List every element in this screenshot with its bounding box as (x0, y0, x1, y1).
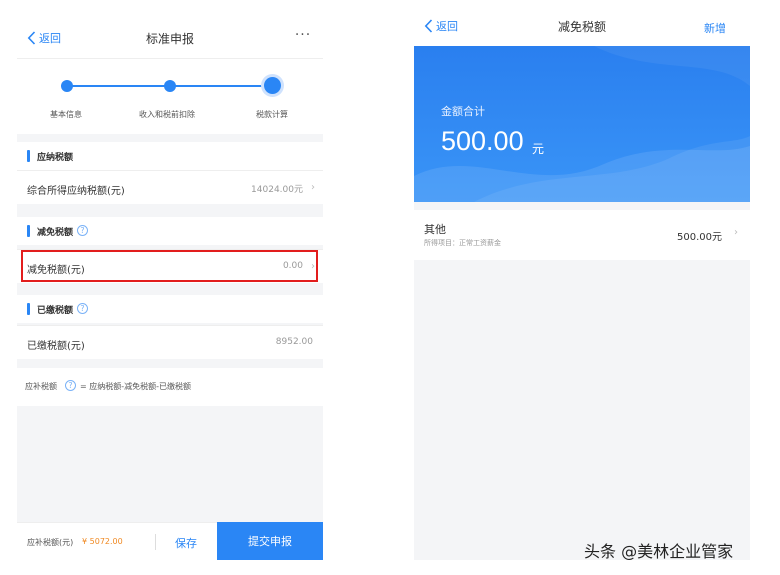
step-label-basic-info: 基本信息 (50, 110, 82, 119)
chevron-left-icon (424, 19, 433, 33)
step-dot-income (164, 80, 176, 92)
relief-item-subtitle: 所得项目：正常工资薪金 (424, 239, 501, 247)
page-title: 标准申报 (145, 32, 194, 46)
section-marker (27, 303, 30, 315)
more-icon[interactable]: ··· (293, 27, 313, 43)
relief-item-row[interactable]: 其他 所得项目：正常工资薪金 500.00元 › (414, 210, 750, 260)
step-label-income: 收入和税前扣除 (139, 110, 195, 119)
back-button[interactable]: 返回 (424, 18, 458, 34)
payable-tax-label: 综合所得应纳税额(元) (27, 186, 125, 197)
footer-bar: 应补税额(元) ¥ 5072.00 保存 提交申报 (17, 522, 323, 560)
nav-bar: 返回 标准申报 ··· (17, 18, 323, 58)
section-payable: 应纳税额 (17, 142, 323, 170)
section-title-paid: 已缴税额 (37, 306, 74, 316)
nav-bar: 返回 减免税额 新增 (414, 10, 750, 46)
step-dot-tax-calc (264, 77, 281, 94)
back-label: 返回 (39, 32, 61, 45)
section-marker (27, 225, 30, 237)
section-title-relief: 减免税额 (37, 228, 74, 238)
total-banner: 金额合计 500.00 元 (414, 46, 750, 202)
back-button[interactable]: 返回 (27, 30, 61, 46)
back-label: 返回 (436, 20, 458, 33)
payable-tax-row[interactable]: 综合所得应纳税额(元) 14024.00元 › (17, 170, 323, 204)
standard-declaration-screen: 返回 标准申报 ··· 基本信息 收入和税前扣除 税款计算 应纳税额 综合所得应… (17, 18, 323, 560)
section-relief: 减免税额 ? (17, 217, 323, 245)
chevron-right-icon: › (734, 227, 738, 238)
highlight-box (21, 250, 318, 282)
total-label: 金额合计 (441, 105, 485, 118)
progress-steps: 基本信息 收入和税前扣除 税款计算 (17, 58, 323, 134)
formula-prefix: 应补税额 (25, 382, 57, 391)
paid-tax-label: 已缴税额(元) (27, 341, 85, 352)
wave-decoration (414, 46, 750, 202)
divider (155, 534, 156, 550)
paid-tax-row: 已缴税额(元) 8952.00 (17, 325, 323, 359)
payable-tax-value: 14024.00元 (251, 185, 303, 195)
paid-tax-value: 8952.00 (275, 337, 313, 347)
add-button[interactable]: 新增 (704, 20, 726, 36)
step-label-tax-calc: 税款计算 (256, 110, 288, 119)
submit-button[interactable]: 提交申报 (217, 522, 323, 560)
step-connector (173, 85, 273, 87)
amount-due-label: 应补税额(元) (27, 538, 74, 547)
chevron-right-icon: › (311, 182, 315, 193)
relief-tax-screen: 返回 减免税额 新增 金额合计 500.00 元 其他 所得项目：正常工资薪金 … (414, 10, 750, 560)
page-title: 减免税额 (557, 20, 606, 34)
save-button[interactable]: 保存 (175, 535, 197, 551)
relief-item-title: 其他 (424, 223, 446, 236)
relief-item-value: 500.00元 (677, 232, 722, 243)
section-paid: 已缴税额 ? (17, 295, 323, 323)
section-title-payable: 应纳税额 (37, 153, 74, 163)
step-connector (67, 85, 167, 87)
step-dot-basic-info (61, 80, 73, 92)
section-marker (27, 150, 30, 162)
formula-equation: = 应纳税额-减免税额-已缴税额 (80, 382, 192, 391)
help-icon[interactable]: ? (65, 380, 76, 391)
total-unit: 元 (532, 142, 545, 156)
watermark: 头条 @美林企业管家 (584, 542, 734, 561)
amount-due-value: ¥ 5072.00 (82, 537, 123, 546)
formula-note: 应补税额 ? = 应纳税额-减免税额-已缴税额 (17, 368, 323, 406)
help-icon[interactable]: ? (77, 225, 88, 236)
chevron-left-icon (27, 31, 36, 45)
help-icon[interactable]: ? (77, 303, 88, 314)
total-amount: 500.00 (441, 126, 524, 156)
